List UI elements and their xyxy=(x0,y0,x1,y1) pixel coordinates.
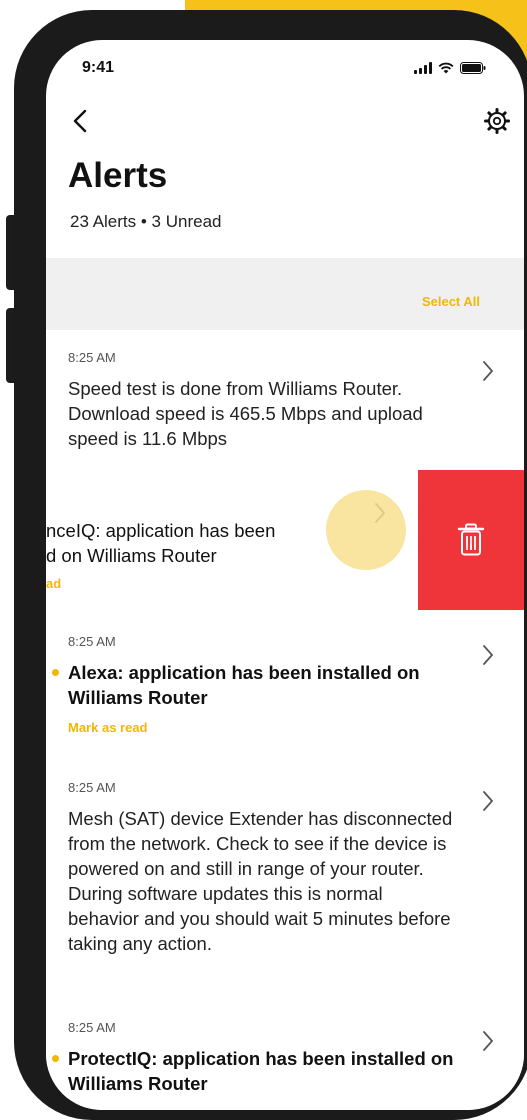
chevron-right-icon[interactable] xyxy=(482,360,494,382)
unread-indicator xyxy=(52,1055,59,1062)
chevron-right-icon[interactable] xyxy=(482,1030,494,1052)
alert-message: Speed test is done from Williams Router.… xyxy=(68,378,423,449)
alert-row[interactable]: 8:25 AM Alexa: application has been inst… xyxy=(46,610,524,757)
alert-time: 8:25 AM xyxy=(68,350,116,365)
unread-indicator xyxy=(52,669,59,676)
alert-message: Alexa: application has been installed on… xyxy=(68,662,420,708)
alert-row[interactable]: 8:25 AM ProtectIQ: application has been … xyxy=(46,996,524,1110)
phone-frame: 9:41 Alerts 23 Alerts • 3 Unread Select … xyxy=(14,10,527,1120)
phone-screen: 9:41 Alerts 23 Alerts • 3 Unread Select … xyxy=(46,40,524,1110)
alert-message: Mesh (SAT) device Extender has disconnec… xyxy=(68,808,453,954)
battery-icon xyxy=(460,62,486,74)
mark-as-read-link[interactable]: ad xyxy=(46,576,61,591)
trash-icon xyxy=(457,523,485,556)
alerts-summary: 23 Alerts • 3 Unread xyxy=(70,212,222,231)
chevron-right-icon[interactable] xyxy=(482,644,494,666)
alert-row[interactable]: 8:25 AM Speed test is done from Williams… xyxy=(46,330,524,471)
chevron-right-icon[interactable] xyxy=(482,790,494,812)
status-time: 9:41 xyxy=(82,59,115,76)
signal-icon xyxy=(414,62,432,74)
settings-button[interactable] xyxy=(482,106,512,136)
alert-row[interactable]: 8:25 AM Mesh (SAT) device Extender has d… xyxy=(46,756,524,997)
gear-icon xyxy=(484,108,510,134)
touch-indicator xyxy=(326,490,406,570)
alert-time: 8:25 AM xyxy=(68,780,116,795)
alert-time: 8:25 AM xyxy=(68,1020,116,1035)
back-button[interactable] xyxy=(68,106,94,136)
chevron-left-icon xyxy=(73,109,87,133)
alert-time: 8:25 AM xyxy=(68,634,116,649)
alert-message-line2: d on Williams Router xyxy=(46,545,217,566)
delete-button[interactable] xyxy=(418,470,524,610)
alert-message: ProtectIQ: application has been installe… xyxy=(68,1048,454,1094)
page-title: Alerts xyxy=(68,156,168,195)
wifi-icon xyxy=(438,62,454,74)
mark-as-read-link[interactable]: Mark as read xyxy=(68,720,148,735)
status-icons xyxy=(414,62,486,74)
select-all-button[interactable]: Select All xyxy=(422,294,480,309)
